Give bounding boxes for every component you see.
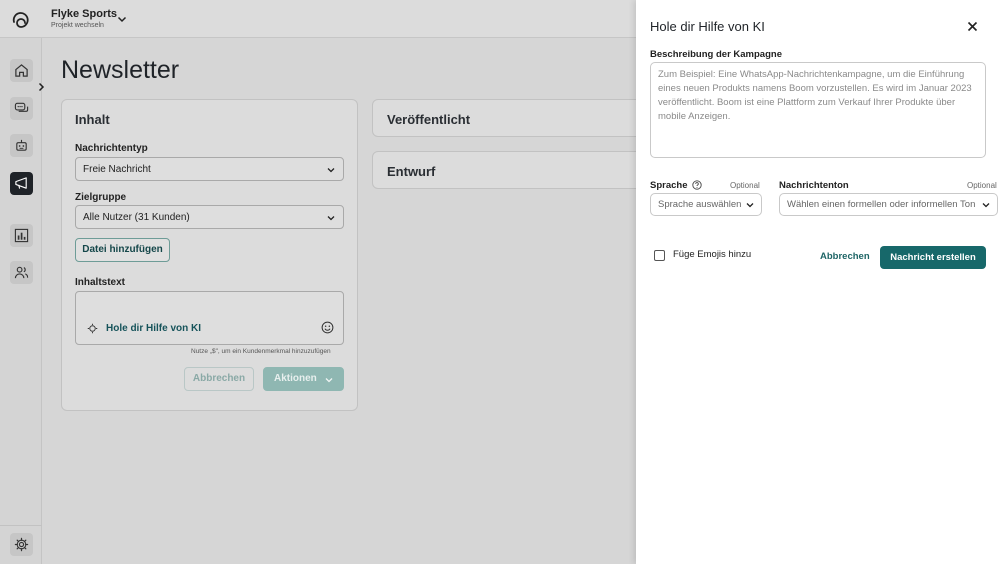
description-label: Beschreibung der Kampagne bbox=[650, 49, 782, 60]
draft-card-title: Entwurf bbox=[387, 164, 436, 179]
bar-chart-icon bbox=[14, 228, 29, 243]
tone-label: Nachrichtenton bbox=[779, 180, 849, 191]
message-type-label: Nachrichtentyp bbox=[75, 143, 148, 154]
gear-icon bbox=[14, 537, 29, 552]
message-type-value: Freie Nachricht bbox=[83, 164, 151, 175]
chevron-down-icon bbox=[982, 203, 990, 208]
language-label: Sprache bbox=[650, 180, 688, 191]
actions-label: Aktionen bbox=[274, 373, 317, 384]
project-switcher[interactable]: Flyke Sports Projekt wechseln bbox=[51, 8, 117, 29]
cancel-button[interactable]: Abbrechen bbox=[184, 367, 254, 391]
language-optional: Optional bbox=[730, 181, 760, 190]
sidebar bbox=[0, 38, 45, 564]
content-card: Inhalt Nachrichtentyp Freie Nachricht Zi… bbox=[61, 99, 358, 411]
tone-optional: Optional bbox=[967, 181, 997, 190]
panel-cancel-button[interactable]: Abbrechen bbox=[820, 251, 870, 262]
sidebar-item-chat[interactable] bbox=[10, 97, 33, 120]
draft-card[interactable]: Entwurf bbox=[372, 151, 662, 189]
robot-icon bbox=[16, 139, 27, 151]
sidebar-item-bot[interactable] bbox=[10, 134, 33, 157]
help-icon[interactable] bbox=[692, 180, 702, 190]
audience-value: Alle Nutzer (31 Kunden) bbox=[83, 212, 190, 223]
users-icon bbox=[14, 266, 29, 279]
sidebar-item-home[interactable] bbox=[10, 59, 33, 82]
add-file-button[interactable]: Datei hinzufügen bbox=[75, 238, 170, 262]
chevron-down-icon bbox=[327, 168, 335, 173]
chevron-down-icon bbox=[327, 216, 335, 221]
create-message-button[interactable]: Nachricht erstellen bbox=[880, 246, 986, 269]
close-icon[interactable] bbox=[967, 21, 978, 32]
emoji-icon[interactable] bbox=[321, 321, 334, 334]
sidebar-item-analytics[interactable] bbox=[10, 224, 33, 247]
sidebar-divider bbox=[0, 525, 42, 526]
language-placeholder: Sprache auswählen bbox=[658, 199, 742, 210]
ai-help-link[interactable]: Hole dir Hilfe von KI bbox=[106, 323, 201, 334]
audience-label: Zielgruppe bbox=[75, 192, 127, 203]
chevron-right-icon[interactable] bbox=[36, 82, 46, 92]
home-icon bbox=[15, 64, 28, 77]
content-card-title: Inhalt bbox=[75, 112, 110, 127]
megaphone-icon bbox=[15, 177, 27, 189]
sidebar-item-settings[interactable] bbox=[10, 533, 33, 556]
sidebar-item-newsletter[interactable] bbox=[10, 172, 33, 195]
chevron-down-icon[interactable] bbox=[117, 14, 127, 24]
page-title: Newsletter bbox=[61, 56, 180, 84]
ai-sparkle-icon bbox=[87, 323, 98, 334]
project-name: Flyke Sports bbox=[51, 8, 118, 20]
app-logo-icon[interactable] bbox=[10, 8, 32, 30]
chevron-down-icon bbox=[325, 378, 333, 383]
tone-placeholder: Wählen einen formellen oder informellen … bbox=[787, 199, 976, 210]
project-switch-label: Projekt wechseln bbox=[51, 22, 104, 29]
audience-select[interactable]: Alle Nutzer (31 Kunden) bbox=[75, 205, 344, 229]
content-text-input[interactable]: Hole dir Hilfe von KI bbox=[75, 291, 344, 345]
ai-help-panel: Hole dir Hilfe von KI Beschreibung der K… bbox=[636, 0, 999, 564]
chat-bubbles-icon bbox=[14, 102, 29, 112]
actions-button[interactable]: Aktionen bbox=[263, 367, 344, 391]
published-card[interactable]: Veröffentlicht bbox=[372, 99, 662, 137]
content-text-label: Inhaltstext bbox=[75, 277, 126, 288]
description-input[interactable]: Zum Beispiel: Eine WhatsApp-Nachrichtenk… bbox=[650, 62, 986, 158]
emoji-checkbox-label[interactable]: Füge Emojis hinzu bbox=[673, 249, 751, 260]
chevron-down-icon bbox=[746, 203, 754, 208]
panel-title: Hole dir Hilfe von KI bbox=[650, 19, 765, 34]
sidebar-item-users[interactable] bbox=[10, 261, 33, 284]
emoji-checkbox[interactable] bbox=[654, 250, 665, 261]
published-card-title: Veröffentlicht bbox=[387, 112, 471, 127]
language-select[interactable]: Sprache auswählen bbox=[650, 193, 762, 216]
tone-select[interactable]: Wählen einen formellen oder informellen … bbox=[779, 193, 998, 216]
variable-hint: Nutze „$", um ein Kundenmerkmal hinzuzuf… bbox=[191, 348, 331, 355]
message-type-select[interactable]: Freie Nachricht bbox=[75, 157, 344, 181]
